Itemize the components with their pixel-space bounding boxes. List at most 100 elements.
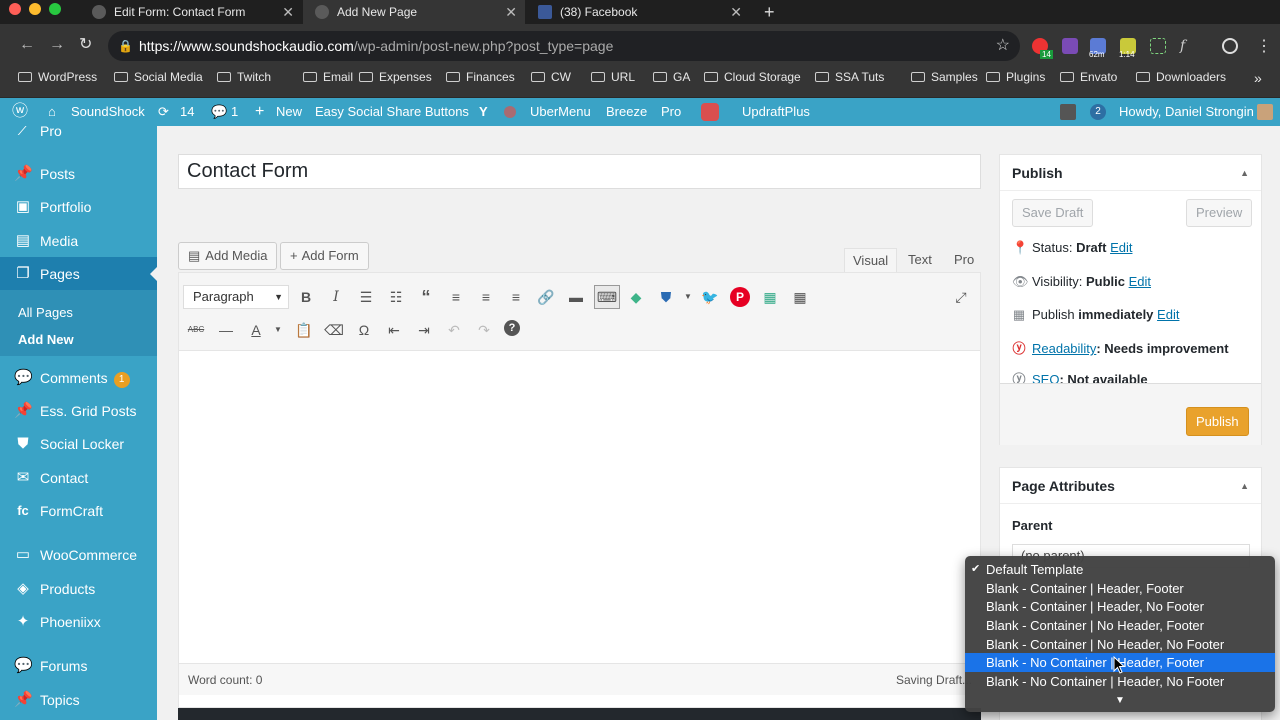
undo-icon[interactable]: ↶	[444, 320, 464, 340]
publish-button[interactable]: Publish	[1186, 407, 1249, 436]
special-character-icon[interactable]: Ω	[354, 320, 374, 340]
strikethrough-icon[interactable]: ABC	[186, 320, 206, 340]
sidebar-item-forums[interactable]: 💬 Forums	[0, 649, 157, 683]
browser-tab[interactable]: Edit Form: Contact Form ✕	[80, 0, 302, 24]
sidebar-item-contact[interactable]: ✉ Contact	[0, 461, 157, 495]
bookmark-item[interactable]: Plugins	[986, 66, 1045, 88]
plugin-diamond-icon[interactable]: ◆	[626, 287, 646, 307]
redo-icon[interactable]: ↷	[474, 320, 494, 340]
horizontal-line-icon[interactable]: —	[216, 320, 236, 340]
sidebar-item-social-locker[interactable]: ⛊ Social Locker	[0, 427, 157, 461]
blockquote-icon[interactable]: “	[416, 287, 436, 307]
edit-status-link[interactable]: Edit	[1110, 240, 1132, 255]
sidebar-item-posts[interactable]: 📌 Posts	[0, 157, 157, 191]
bookmark-item[interactable]: CW	[531, 66, 571, 88]
bookmark-item[interactable]: Twitch	[217, 66, 271, 88]
collapse-icon[interactable]: ▲	[1240, 468, 1249, 504]
extension-icon[interactable]	[1062, 38, 1078, 54]
toolbar-toggle-icon[interactable]: ⌨	[594, 285, 620, 309]
numbered-list-icon[interactable]: ☷	[386, 287, 406, 307]
bookmark-item[interactable]: Email	[303, 66, 353, 88]
preview-button[interactable]: Preview	[1186, 199, 1253, 227]
sidebar-item-phoeniixx[interactable]: ✦ Phoeniixx	[0, 605, 157, 639]
plugin-grid-icon[interactable]: ▦	[760, 287, 780, 307]
extension-icon[interactable]: f	[1180, 38, 1196, 54]
edit-schedule-link[interactable]: Edit	[1157, 307, 1179, 322]
collapse-icon[interactable]: ▲	[1240, 155, 1249, 191]
twitter-icon[interactable]: 🐦	[700, 287, 720, 307]
publish-heading[interactable]: Publish ▲	[1000, 155, 1261, 191]
new-tab-icon[interactable]: +	[764, 0, 775, 24]
admin-bar-item[interactable]: UpdraftPlus	[742, 98, 810, 126]
notification-icon[interactable]	[1060, 104, 1076, 120]
avatar[interactable]	[1257, 104, 1273, 120]
bookmark-item[interactable]: URL	[591, 66, 635, 88]
save-draft-button[interactable]: Save Draft	[1012, 199, 1094, 227]
bookmark-item[interactable]: SSA Tuts	[815, 66, 884, 88]
content-area[interactable]	[179, 351, 980, 663]
read-more-icon[interactable]: ▬	[566, 287, 586, 307]
window-zoom-button[interactable]	[49, 3, 61, 15]
add-form-button[interactable]: + Add Form	[280, 242, 369, 270]
bookmark-item[interactable]: Downloaders	[1136, 66, 1226, 88]
bookmark-item[interactable]: Finances	[446, 66, 515, 88]
chevron-down-icon[interactable]: ▼	[678, 287, 698, 307]
bookmark-item[interactable]: GA	[653, 66, 690, 88]
scroll-down-icon[interactable]: ▼	[1115, 695, 1125, 706]
more-bookmarks-icon[interactable]: »	[1254, 70, 1262, 86]
template-option[interactable]: Blank - No Container | Header, No Footer	[965, 672, 1275, 691]
link-icon[interactable]: 🔗	[536, 287, 556, 307]
forward-icon[interactable]: →	[49, 36, 65, 54]
sidebar-item-woocommerce[interactable]: ▭ WooCommerce	[0, 538, 157, 572]
admin-bar-item[interactable]: Breeze	[606, 98, 647, 126]
align-center-icon[interactable]: ≡	[476, 287, 496, 307]
notification-count[interactable]: 2	[1090, 104, 1106, 120]
extension-icon[interactable]	[1222, 38, 1238, 54]
yoast-icon[interactable]: Y	[479, 98, 488, 126]
close-tab-icon[interactable]: ✕	[282, 0, 294, 24]
sidebar-item-portfolio[interactable]: ▣ Portfolio	[0, 190, 157, 224]
sidebar-item-formcraft[interactable]: fc FormCraft	[0, 494, 157, 528]
sidebar-item-ess-grid[interactable]: 📌 Ess. Grid Posts	[0, 394, 157, 428]
site-name-link[interactable]: SoundShock	[71, 98, 145, 126]
bullet-list-icon[interactable]: ☰	[356, 287, 376, 307]
shield-icon[interactable]: ⛊	[656, 287, 676, 307]
template-option[interactable]: Blank - Container | Header, Footer	[965, 579, 1275, 598]
window-close-button[interactable]	[9, 3, 21, 15]
extension-icon[interactable]	[1150, 38, 1166, 54]
wordpress-logo-icon[interactable]: ⓦ	[12, 98, 28, 126]
window-minimize-button[interactable]	[29, 3, 41, 15]
browser-tab-active[interactable]: Add New Page ✕	[303, 0, 525, 24]
italic-icon[interactable]: I	[326, 287, 346, 307]
close-tab-icon[interactable]: ✕	[505, 0, 517, 24]
bookmark-item[interactable]: Cloud Storage	[704, 66, 801, 88]
align-right-icon[interactable]: ≡	[506, 287, 526, 307]
bold-icon[interactable]: B	[296, 287, 316, 307]
template-option[interactable]: Blank - Container | No Header, No Footer	[965, 635, 1275, 654]
readability-link[interactable]: Readability	[1032, 341, 1096, 356]
submenu-all-pages[interactable]: All Pages	[18, 305, 73, 320]
outdent-icon[interactable]: ⇤	[384, 320, 404, 340]
post-title-input[interactable]: Contact Form	[178, 154, 981, 189]
sidebar-item-topics[interactable]: 📌 Topics	[0, 683, 157, 717]
bookmark-item[interactable]: Expenses	[359, 66, 432, 88]
browser-menu-icon[interactable]: ⋮	[1256, 36, 1272, 56]
admin-bar-item[interactable]: Pro	[661, 98, 681, 126]
admin-bar-item[interactable]: UberMenu	[530, 98, 591, 126]
tab-text[interactable]: Text	[900, 248, 940, 272]
add-media-button[interactable]: ▤ Add Media	[178, 242, 278, 270]
bookmark-item[interactable]: Samples	[911, 66, 978, 88]
bookmark-item[interactable]: WordPress	[18, 66, 97, 88]
address-bar[interactable]: 🔒 https://www.soundshockaudio.com/wp-adm…	[108, 31, 1020, 61]
edit-visibility-link[interactable]: Edit	[1129, 274, 1151, 289]
howdy-user-link[interactable]: Howdy, Daniel Strongin	[1119, 98, 1254, 126]
page-attributes-heading[interactable]: Page Attributes ▲	[1000, 468, 1261, 504]
template-option[interactable]: Blank - Container | No Header, Footer	[965, 616, 1275, 635]
reload-icon[interactable]: ↻	[79, 36, 92, 54]
format-select[interactable]: Paragraph ▼	[183, 285, 289, 309]
new-link[interactable]: New	[276, 98, 302, 126]
sidebar-item-pages[interactable]: ❐ Pages	[0, 257, 157, 291]
tab-pro[interactable]: Pro	[946, 248, 982, 272]
fullscreen-icon[interactable]: ⤢	[951, 287, 971, 307]
template-option[interactable]: ✔ Default Template	[965, 560, 1275, 579]
